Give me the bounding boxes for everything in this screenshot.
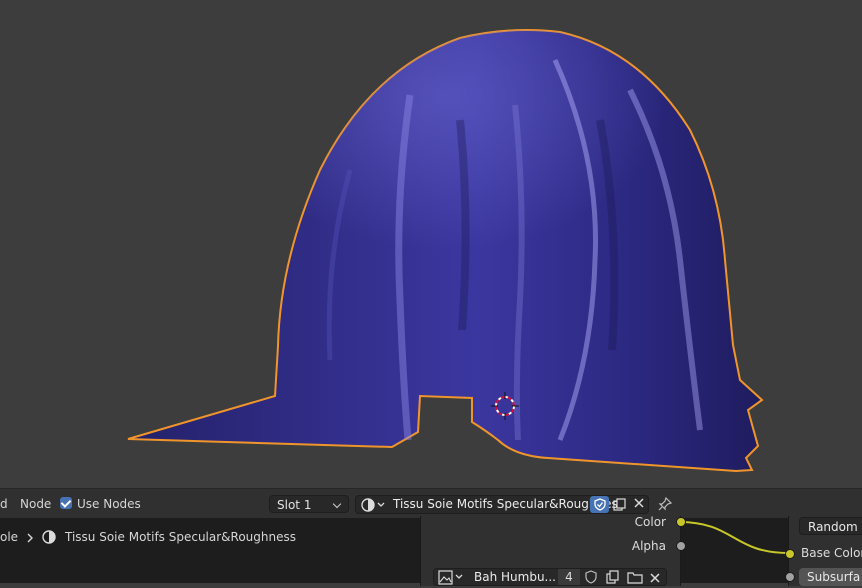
output-color-socket[interactable] [676,517,686,527]
duplicate-icon [606,570,619,584]
close-icon [650,573,660,583]
node-link-wire [678,521,790,554]
output-alpha-socket[interactable] [676,541,686,551]
unlink-image-button[interactable] [650,572,660,586]
subsurface-method-dropdown[interactable]: Random W [799,517,862,535]
shield-icon [585,570,597,584]
output-color-label: Color [634,515,666,529]
fake-user-button[interactable] [584,570,598,587]
image-browse-button[interactable] [438,570,464,588]
input-subsurface-socket[interactable] [785,572,795,582]
principled-bsdf-node[interactable]: Random W Base Color Subsurfa [785,516,862,586]
image-selector[interactable]: Bah Humbu... 4 [433,568,667,586]
image-texture-node[interactable]: Color Alpha Bah Humbu... 4 [420,515,686,586]
output-alpha-label: Alpha [631,539,666,553]
subsurface-field[interactable]: Subsurfa [799,568,862,586]
input-base-color-socket[interactable] [785,549,795,559]
duplicate-image-button[interactable] [606,570,620,587]
folder-icon [627,572,643,584]
input-base-color-label: Base Color [801,546,862,560]
open-image-button[interactable] [627,570,643,587]
